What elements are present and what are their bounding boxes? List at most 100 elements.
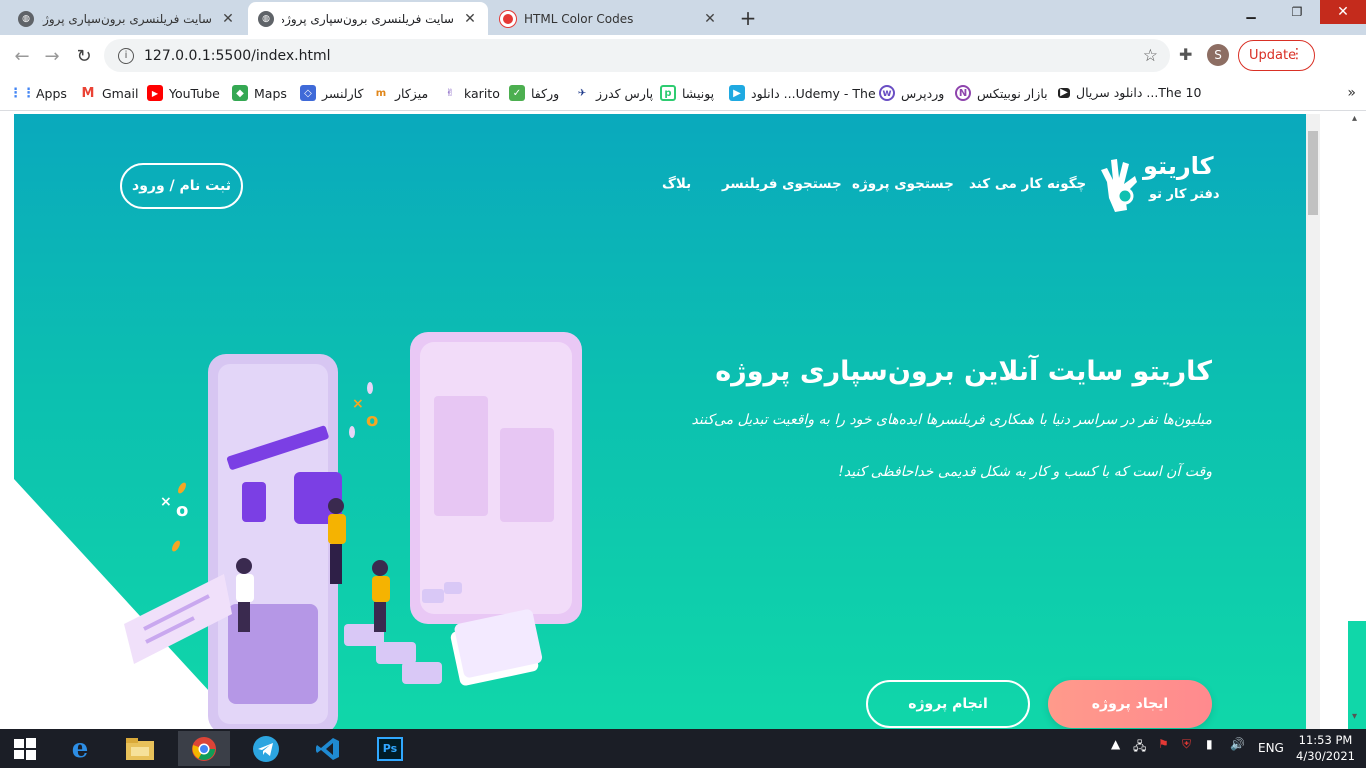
video-icon: ▶	[1058, 87, 1070, 98]
tab-strip: ◍ سایت فریلنسری برون‌سپاری پروژه به ✕ ◍ …	[0, 0, 1366, 35]
minimize-button[interactable]: ▁	[1228, 0, 1274, 24]
hero-line-1: میلیون‌ها نفر در سراسر دنیا با همکاری فر…	[691, 412, 1212, 428]
close-tab-icon[interactable]: ✕	[702, 11, 718, 27]
hero-title: کاریتو سایت آنلاین برون‌سپاری پروژه	[715, 356, 1212, 387]
close-tab-icon[interactable]: ✕	[220, 11, 236, 27]
do-project-button[interactable]: انجام پروژه	[866, 680, 1030, 728]
profile-avatar[interactable]: S	[1207, 44, 1229, 66]
bookmark-serial[interactable]: ▶ دانلود سریال ...The 10	[1058, 85, 1201, 100]
windows-taskbar: e Ps ▲ 🖧 ⚑ ⛨ ▮ 🔊 ENG 11:53 PM 4/30/2021	[0, 729, 1366, 768]
mizkar-icon: m	[375, 87, 387, 99]
workfa-icon: ✓	[509, 85, 525, 101]
bookmark-nobitex[interactable]: N بازار نوبیتکس	[955, 85, 1048, 101]
language-indicator[interactable]: ENG	[1258, 741, 1284, 755]
bookmark-apps[interactable]: ⋮⋮ Apps	[9, 85, 67, 101]
update-button[interactable]: Update ⋮	[1238, 40, 1315, 71]
hero-illustration: × o × o	[124, 332, 582, 729]
kebab-menu-icon: ⋮	[1290, 46, 1304, 62]
reload-button[interactable]: ↻	[72, 44, 96, 68]
brand-tagline: دفتر کار تو	[1149, 187, 1220, 202]
maps-icon: ◆	[232, 85, 248, 101]
tab-title: سایت فریلنسری برون‌سپاری پروژه به	[282, 11, 454, 26]
brand-logo[interactable]: کاریتو دفتر کار تو	[1099, 152, 1220, 217]
globe-icon: ◍	[18, 10, 34, 27]
illustration-person-2	[328, 498, 346, 584]
scroll-up-arrow-icon[interactable]: ▴	[1352, 113, 1357, 124]
more-bookmarks-icon[interactable]: »	[1347, 85, 1356, 101]
nav-blog[interactable]: بلاگ	[662, 176, 691, 192]
bookmark-workfa[interactable]: ✓ ورکفا	[509, 85, 559, 101]
info-icon[interactable]: i	[118, 47, 134, 64]
scrollbar-thumb[interactable]	[1308, 131, 1318, 215]
html-color-codes-icon	[500, 10, 516, 27]
udemy-download-icon: ▶	[729, 85, 745, 101]
bookmark-karito[interactable]: ✌ karito	[442, 85, 500, 101]
bookmark-maps[interactable]: ◆ Maps	[232, 85, 287, 101]
clock-time: 11:53 PM	[1298, 733, 1353, 747]
url-text: 127.0.0.1:5500/index.html	[144, 47, 331, 64]
extensions-puzzle-icon[interactable]: ✚	[1179, 45, 1192, 64]
bookmark-gmail[interactable]: M Gmail	[80, 85, 138, 101]
bookmarks-bar: ⋮⋮ Apps M Gmail ▶ YouTube ◆ Maps ◇ کارلن…	[0, 77, 1366, 111]
bookmark-youtube[interactable]: ▶ YouTube	[147, 85, 220, 101]
youtube-icon: ▶	[147, 85, 163, 101]
tab-karito-1[interactable]: ◍ سایت فریلنسری برون‌سپاری پروژه به ✕	[8, 2, 246, 35]
gmail-icon: M	[80, 85, 96, 101]
tab-karito-2[interactable]: ◍ سایت فریلنسری برون‌سپاری پروژه به ✕	[248, 2, 488, 35]
restore-button[interactable]: ❐	[1274, 0, 1320, 24]
tab-title: سایت فریلنسری برون‌سپاری پروژه به	[42, 11, 212, 26]
illustration-web-card	[410, 332, 582, 624]
windows-logo-icon	[14, 737, 36, 760]
close-tab-icon[interactable]: ✕	[462, 11, 478, 27]
forward-button[interactable]: →	[40, 44, 64, 68]
bookmark-karlancer[interactable]: ◇ کارلنسر	[300, 85, 363, 101]
chrome-icon[interactable]	[178, 731, 230, 766]
nobitex-icon: N	[955, 85, 971, 101]
vscode-icon[interactable]	[302, 731, 354, 766]
hero-section: کاریتو دفتر کار تو چگونه کار می کند جستج…	[14, 114, 1306, 729]
bookmark-wordpress[interactable]: w وردپرس	[879, 85, 944, 101]
bookmark-parscoders[interactable]: ✈ پارس کدرز	[574, 85, 653, 101]
bookmark-ponisha[interactable]: p پونیشا	[660, 85, 714, 101]
clock-date: 4/30/2021	[1296, 749, 1355, 763]
bookmark-mizkar[interactable]: m میزکار	[373, 85, 428, 101]
nav-how-it-works[interactable]: چگونه کار می کند	[969, 176, 1086, 192]
new-tab-button[interactable]: +	[737, 6, 759, 30]
photoshop-icon[interactable]: Ps	[364, 731, 416, 766]
start-button[interactable]	[0, 731, 50, 766]
tab-html-color-codes[interactable]: HTML Color Codes ✕	[490, 2, 728, 35]
ponisha-icon: p	[660, 85, 676, 101]
karito-icon: ✌	[445, 87, 455, 99]
close-window-button[interactable]: ✕	[1320, 0, 1366, 24]
tab-title: HTML Color Codes	[524, 11, 634, 26]
login-register-button[interactable]: ثبت نام / ورود	[120, 163, 243, 209]
network-icon[interactable]: 🖧	[1133, 737, 1146, 758]
page-viewport: کاریتو دفتر کار تو چگونه کار می کند جستج…	[0, 111, 1366, 729]
back-button[interactable]: ←	[10, 44, 34, 68]
hero-line-2: وقت آن است که با کسب و کار به شکل قدیمی …	[838, 464, 1212, 480]
file-explorer-icon[interactable]	[114, 731, 166, 766]
address-bar[interactable]: i 127.0.0.1:5500/index.html ☆	[104, 39, 1170, 72]
bookmark-udemy[interactable]: ▶ دانلود ...Udemy - The	[729, 85, 876, 101]
internet-explorer-icon[interactable]: e	[54, 731, 106, 766]
telegram-icon[interactable]	[240, 731, 292, 766]
system-clock[interactable]: 11:53 PM 4/30/2021	[1296, 732, 1355, 764]
bookmark-star-icon[interactable]: ☆	[1143, 46, 1158, 66]
svg-text:×: ×	[352, 396, 364, 412]
apps-grid-icon: ⋮⋮	[9, 85, 35, 101]
tray-overflow-icon[interactable]: ▲	[1111, 737, 1120, 751]
svg-text:o: o	[176, 500, 188, 521]
karlancer-icon: ◇	[300, 85, 316, 101]
signal-icon[interactable]: ▮	[1206, 737, 1213, 751]
security-icon[interactable]: ⛨	[1182, 737, 1191, 752]
parscoders-icon: ✈	[577, 87, 587, 99]
brand-name: کاریتو	[1143, 152, 1214, 180]
volume-icon[interactable]: 🔊	[1230, 737, 1245, 751]
action-center-icon[interactable]: ⚑	[1158, 737, 1169, 751]
wordpress-icon: w	[879, 85, 895, 101]
nav-search-projects[interactable]: جستجوی پروژه	[852, 176, 954, 192]
create-project-button[interactable]: ایجاد پروژه	[1048, 680, 1212, 728]
svg-text:o: o	[366, 410, 378, 431]
scroll-down-arrow-icon[interactable]: ▾	[1352, 711, 1357, 722]
nav-search-freelancers[interactable]: جستجوی فریلنسر	[722, 176, 842, 192]
